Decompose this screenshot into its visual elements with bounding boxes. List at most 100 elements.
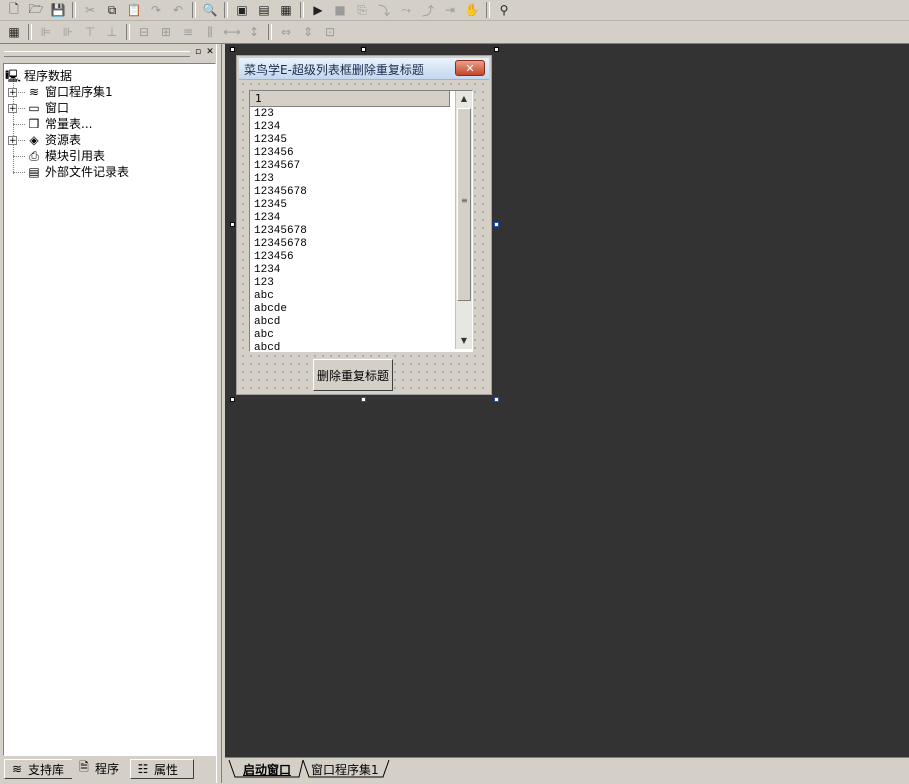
list-item[interactable]: 12345678 — [254, 186, 450, 199]
tab-program[interactable]: 🗎 程序 — [72, 757, 134, 779]
align-left-icon[interactable]: ⊫ — [36, 23, 56, 41]
layout-window-icon[interactable]: ▣ — [232, 1, 252, 19]
form-close-button[interactable]: ✕ — [455, 60, 485, 76]
resize-handle-nw[interactable] — [230, 47, 235, 52]
resize-handle-sw[interactable] — [230, 397, 235, 402]
form-titlebar[interactable]: 菜鸟学E-超级列表框删除重复标题 ✕ — [239, 58, 489, 80]
run-to-cursor-icon[interactable]: ⇥ — [440, 1, 460, 19]
list-item[interactable]: 1234567 — [254, 160, 450, 173]
resize-handle-s[interactable] — [361, 397, 366, 402]
list-item[interactable]: 123456 — [254, 251, 450, 264]
tree-item[interactable]: ▤ 外部文件记录表 — [8, 164, 129, 180]
close-icon[interactable]: ✕ — [205, 47, 215, 57]
list-item[interactable]: 12345 — [254, 134, 450, 147]
distribute-top-icon[interactable]: ≡ — [178, 23, 198, 41]
same-size-icon[interactable]: ⊡ — [320, 23, 340, 41]
scroll-up-icon[interactable]: ▲ — [456, 91, 472, 107]
tree-item[interactable]: ❒ 常量表... — [8, 116, 93, 132]
layout-grid-icon[interactable]: ▦ — [276, 1, 296, 19]
stop-icon[interactable]: ■ — [330, 1, 350, 19]
listbox-column-header[interactable]: 1 — [250, 91, 450, 107]
tab-window-program-set[interactable]: 窗口程序集1 — [305, 761, 385, 779]
tree-root-label: 程序数据 — [24, 69, 73, 83]
align-top-icon[interactable]: ⊤ — [80, 23, 100, 41]
align-bottom-icon[interactable]: ⊥ — [102, 23, 122, 41]
list-item[interactable]: 123 — [254, 173, 450, 186]
cut-icon[interactable]: ✂ — [80, 1, 100, 19]
list-item[interactable]: 12345678 — [254, 225, 450, 238]
resize-handle-n[interactable] — [361, 47, 366, 52]
panel-grip[interactable] — [4, 51, 190, 57]
space-vertical-icon[interactable]: ↕ — [244, 23, 264, 41]
paste-icon[interactable]: 📋 — [124, 1, 144, 19]
tree-item-label: 资源表 — [45, 133, 82, 147]
tree-item[interactable]: + ◈ 资源表 — [8, 132, 81, 148]
resize-handle-ne[interactable] — [494, 47, 499, 52]
list-item[interactable]: abcd — [254, 342, 450, 351]
resize-handle-w[interactable] — [230, 222, 235, 227]
undo-icon[interactable]: ↶ — [168, 1, 188, 19]
list-item[interactable]: 12345678 — [254, 238, 450, 251]
tree-item[interactable]: + ▭ 窗口 — [8, 100, 69, 116]
same-height-icon[interactable]: ⇕ — [298, 23, 318, 41]
tree-item[interactable]: ⎙ 模块引用表 — [8, 148, 105, 164]
list-item[interactable]: 1234 — [254, 264, 450, 277]
panel-header: ▫ ✕ — [0, 46, 218, 58]
center-horizontal-icon[interactable]: ⊟ — [134, 23, 154, 41]
layout-toolbar: ▦ ⊫ ⊪ ⊤ ⊥ ⊟ ⊞ ≡ ⫼ ⟷ ↕ ⇔ ⇕ ⊡ — [0, 21, 909, 44]
form-client-area[interactable]: 1 123 1234 12345 123456 1234567 123 12345678 12… — [239, 80, 489, 392]
expand-icon[interactable]: + — [8, 135, 17, 145]
expand-icon[interactable]: + — [8, 87, 17, 97]
list-item[interactable]: abcd — [254, 316, 450, 329]
list-item[interactable]: 123 — [254, 108, 450, 121]
center-vertical-icon[interactable]: ⊞ — [156, 23, 176, 41]
list-item[interactable]: 1234 — [254, 212, 450, 225]
form-layout-icon[interactable]: ▦ — [4, 23, 24, 41]
new-file-icon[interactable]: 🗋 — [4, 1, 24, 19]
layout-horizontal-icon[interactable]: ▤ — [254, 1, 274, 19]
debug-binoculars-icon[interactable]: ⚲ — [494, 1, 514, 19]
copy-icon[interactable]: ⧉ — [102, 1, 122, 19]
step-over-icon[interactable]: ⤳ — [396, 1, 416, 19]
list-item[interactable]: 1234 — [254, 121, 450, 134]
form-window[interactable]: 菜鸟学E-超级列表框删除重复标题 ✕ 1 123 1234 12345 123456 1… — [236, 55, 492, 395]
step-icon[interactable]: ⎘ — [352, 1, 372, 19]
resize-handle-se[interactable] — [494, 397, 499, 402]
super-listbox[interactable]: 1 123 1234 12345 123456 1234567 123 12345678 12… — [249, 90, 473, 352]
resize-handle-e[interactable] — [494, 222, 499, 227]
open-folder-icon[interactable]: 🗁 — [26, 1, 46, 19]
listbox-scrollbar[interactable]: ▲ ≡ ▼ — [455, 91, 472, 349]
redo-icon[interactable]: ↷ — [146, 1, 166, 19]
save-icon[interactable]: 💾 — [48, 1, 68, 19]
toolbar-separator — [28, 24, 32, 40]
list-item[interactable]: 123456 — [254, 147, 450, 160]
step-out-icon[interactable]: ⤴ — [418, 1, 438, 19]
run-icon[interactable]: ▶ — [308, 1, 328, 19]
tree-item[interactable]: + ≋ 窗口程序集1 — [8, 84, 113, 100]
tab-properties[interactable]: ☷ 属性 — [130, 759, 194, 779]
space-horizontal-icon[interactable]: ⟷ — [222, 23, 242, 41]
list-item[interactable]: 123 — [254, 277, 450, 290]
list-item[interactable]: 12345 — [254, 199, 450, 212]
tree-item-label: 常量表... — [45, 117, 93, 131]
find-icon[interactable]: 🔍 — [200, 1, 220, 19]
scroll-thumb[interactable]: ≡ — [457, 108, 471, 301]
toolbar-separator — [72, 2, 76, 18]
restore-icon[interactable]: ▫ — [193, 47, 203, 57]
remove-duplicate-headers-button[interactable]: 删除重复标题 — [313, 359, 393, 391]
distribute-middle-icon[interactable]: ⫼ — [200, 23, 220, 41]
pause-hand-icon[interactable]: ✋ — [462, 1, 482, 19]
expand-icon[interactable]: + — [8, 103, 17, 113]
list-item[interactable]: abc — [254, 329, 450, 342]
align-right-icon[interactable]: ⊪ — [58, 23, 78, 41]
same-width-icon[interactable]: ⇔ — [276, 23, 296, 41]
tab-support-library[interactable]: ≋ 支持库 — [4, 759, 76, 779]
list-item[interactable]: abc — [254, 290, 450, 303]
tab-startup-window[interactable]: 启动窗口 — [237, 761, 297, 779]
step-into-icon[interactable]: ⤵ — [374, 1, 394, 19]
tree-root[interactable]: 🖳 程序数据 — [5, 68, 72, 84]
list-item[interactable]: abcde — [254, 303, 450, 316]
scroll-down-icon[interactable]: ▼ — [456, 333, 472, 349]
tree-item-label: 外部文件记录表 — [45, 165, 130, 179]
panel-splitter[interactable] — [216, 44, 222, 783]
